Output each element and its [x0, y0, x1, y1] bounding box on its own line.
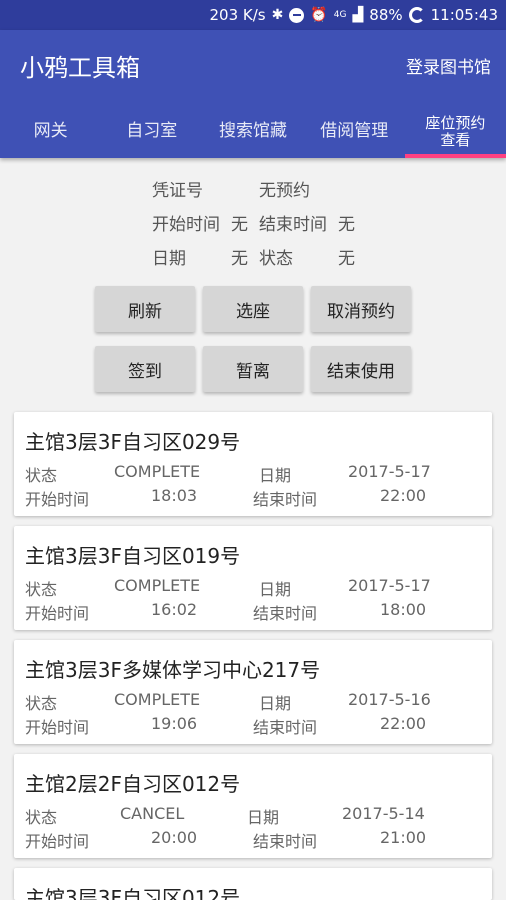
tab-search-collection[interactable]: 搜索馆藏: [202, 106, 303, 158]
card-title: 主馆3层3F多媒体学习中心217号: [25, 658, 321, 682]
voucher-value: 无预约: [259, 181, 310, 201]
alarm-icon: ⏰: [310, 7, 328, 23]
card-date-label: 日期: [259, 580, 292, 599]
card-date-label: 日期: [259, 466, 292, 485]
card-start-value: 20:00: [151, 828, 198, 847]
card-start-value: 16:02: [151, 600, 198, 619]
card-date-value: 2017-5-14: [342, 804, 425, 823]
tab-seat-reservation-line2: 查看: [440, 131, 471, 149]
login-library-button[interactable]: 登录图书馆: [406, 53, 491, 78]
do-not-disturb-icon: [289, 7, 305, 23]
card-title: 主馆2层2F自习区012号: [25, 772, 241, 796]
status-label: 状态: [259, 249, 293, 269]
battery-percent: 88%: [369, 6, 403, 24]
card-date-value: 2017-5-17: [348, 462, 431, 481]
card-title: 主馆3层3F自习区012号: [25, 886, 241, 900]
card-date-label: 日期: [247, 808, 280, 827]
temporary-leave-button[interactable]: 暂离: [203, 346, 303, 392]
reservation-card[interactable]: 主馆3层3F自习区012号: [14, 868, 492, 900]
cancel-reservation-button[interactable]: 取消预约: [311, 286, 411, 332]
card-end-value: 22:00: [380, 714, 427, 733]
tab-seat-reservation[interactable]: 座位预约 查看: [404, 106, 506, 158]
tab-bar: 网关 自习室 搜索馆藏 借阅管理 座位预约 查看: [0, 106, 506, 158]
card-title: 主馆3层3F自习区029号: [25, 430, 241, 454]
card-status-value: COMPLETE: [114, 462, 201, 481]
card-status-value: COMPLETE: [114, 690, 201, 709]
card-start-label: 开始时间: [25, 604, 90, 623]
card-start-value: 18:03: [151, 486, 198, 505]
date-value: 无: [231, 249, 248, 269]
app-bar: 小鸦工具箱 登录图书馆 网关 自习室 搜索馆藏 借阅管理 座位预约 查看: [0, 30, 506, 158]
reservation-card[interactable]: 主馆3层3F自习区029号 状态 COMPLETE 日期 2017-5-17 开…: [14, 412, 492, 516]
network-type: 4G: [333, 9, 347, 20]
card-start-label: 开始时间: [25, 490, 90, 509]
card-status-label: 状态: [25, 580, 58, 599]
voucher-label: 凭证号: [152, 181, 203, 201]
card-end-value: 18:00: [380, 600, 427, 619]
start-time-value: 无: [231, 215, 248, 235]
end-time-label: 结束时间: [259, 215, 327, 235]
card-status-value: COMPLETE: [114, 576, 201, 595]
card-start-value: 19:06: [151, 714, 198, 733]
select-seat-button[interactable]: 选座: [203, 286, 303, 332]
network-speed: 203 K/s: [209, 6, 266, 24]
card-date-label: 日期: [259, 694, 292, 713]
date-label: 日期: [152, 249, 186, 269]
card-status-value: CANCEL: [120, 804, 185, 823]
card-start-label: 开始时间: [25, 832, 90, 851]
tab-seat-reservation-line1: 座位预约: [425, 113, 486, 132]
bluetooth-icon: ✱: [271, 7, 284, 23]
reservation-card[interactable]: 主馆3层3F自习区019号 状态 COMPLETE 日期 2017-5-17 开…: [14, 526, 492, 630]
card-status-label: 状态: [25, 466, 58, 485]
card-end-label: 结束时间: [253, 718, 318, 737]
end-time-value: 无: [338, 215, 355, 235]
card-start-label: 开始时间: [25, 718, 90, 737]
reservation-card[interactable]: 主馆2层2F自习区012号 状态 CANCEL 日期 2017-5-14 开始时…: [14, 754, 492, 858]
status-bar: 203 K/s ✱ ⏰ 4G ▟ 88% 11:05:43: [0, 0, 506, 30]
card-end-label: 结束时间: [253, 832, 318, 851]
start-time-label: 开始时间: [152, 215, 220, 235]
finish-use-button[interactable]: 结束使用: [311, 346, 411, 392]
card-date-value: 2017-5-16: [348, 690, 431, 709]
card-end-value: 21:00: [380, 828, 427, 847]
refresh-button[interactable]: 刷新: [95, 286, 195, 332]
card-end-label: 结束时间: [253, 490, 318, 509]
card-end-value: 22:00: [380, 486, 427, 505]
card-date-value: 2017-5-17: [348, 576, 431, 595]
battery-icon: [408, 7, 425, 23]
app-title: 小鸦工具箱: [20, 54, 140, 82]
tab-borrow-management[interactable]: 借阅管理: [304, 106, 405, 158]
card-title: 主馆3层3F自习区019号: [25, 544, 241, 568]
status-value: 无: [338, 249, 355, 269]
signal-icon: ▟: [352, 7, 364, 23]
card-status-label: 状态: [25, 694, 58, 713]
check-in-button[interactable]: 签到: [95, 346, 195, 392]
card-end-label: 结束时间: [253, 604, 318, 623]
tab-study-room[interactable]: 自习室: [101, 106, 202, 158]
card-status-label: 状态: [25, 808, 58, 827]
clock: 11:05:43: [430, 6, 498, 24]
reservation-card[interactable]: 主馆3层3F多媒体学习中心217号 状态 COMPLETE 日期 2017-5-…: [14, 640, 492, 744]
tab-gateway[interactable]: 网关: [0, 106, 101, 158]
